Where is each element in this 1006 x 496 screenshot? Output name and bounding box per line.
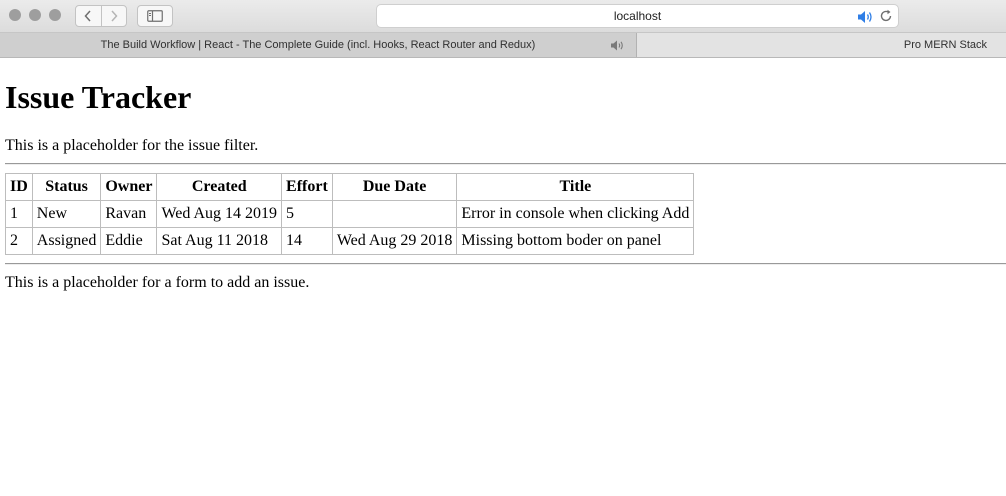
speaker-icon[interactable]	[610, 40, 626, 51]
tab-pro-mern-stack[interactable]: Pro MERN Stack	[637, 33, 1006, 57]
window-close-icon[interactable]	[9, 9, 21, 21]
chevron-left-icon	[84, 10, 91, 22]
cell-created: Sat Aug 11 2018	[157, 228, 283, 255]
url-text: localhost	[613, 9, 662, 23]
forward-button[interactable]	[100, 6, 127, 26]
column-header-effort: Effort	[282, 174, 333, 201]
page-title: Issue Tracker	[5, 79, 192, 115]
tab-label: The Build Workflow | React - The Complet…	[100, 39, 536, 51]
column-header-created: Created	[157, 174, 283, 201]
table-header-row: ID Status Owner Created Effort Due Date …	[6, 174, 695, 201]
speaker-icon[interactable]	[857, 10, 875, 24]
table-row: 1 New Ravan Wed Aug 14 2019 5 Error in c…	[6, 201, 695, 228]
cell-owner: Ravan	[101, 201, 158, 228]
cell-effort: 5	[282, 201, 333, 228]
column-header-title: Title	[457, 174, 695, 201]
sidebar-icon	[147, 10, 163, 22]
cell-title: Missing bottom boder on panel	[457, 228, 695, 255]
add-issue-placeholder: This is a placeholder for a form to add …	[5, 274, 310, 291]
issue-table: ID Status Owner Created Effort Due Date …	[5, 173, 695, 255]
tab-label: Pro MERN Stack	[903, 39, 987, 51]
column-header-status: Status	[32, 174, 102, 201]
cell-id: 1	[6, 201, 33, 228]
cell-title: Error in console when clicking Add	[457, 201, 695, 228]
tab-bar: The Build Workflow | React - The Complet…	[0, 33, 1006, 58]
navigation-buttons	[75, 5, 127, 27]
column-header-owner: Owner	[101, 174, 158, 201]
cell-effort: 14	[282, 228, 333, 255]
window-minimize-icon[interactable]	[29, 9, 41, 21]
column-header-due-date: Due Date	[332, 174, 458, 201]
browser-toolbar: localhost	[0, 0, 1006, 33]
tab-react-guide[interactable]: The Build Workflow | React - The Complet…	[0, 33, 637, 57]
cell-due-date	[332, 201, 458, 228]
chevron-right-icon	[111, 10, 118, 22]
cell-owner: Eddie	[101, 228, 158, 255]
table-row: 2 Assigned Eddie Sat Aug 11 2018 14 Wed …	[6, 228, 695, 255]
cell-due-date: Wed Aug 29 2018	[332, 228, 458, 255]
divider	[5, 263, 1006, 265]
back-button[interactable]	[76, 6, 101, 26]
reload-icon[interactable]	[879, 9, 893, 23]
address-bar[interactable]: localhost	[376, 4, 899, 28]
issue-filter-placeholder: This is a placeholder for the issue filt…	[5, 137, 259, 154]
cell-status: Assigned	[32, 228, 102, 255]
page-content: Issue Tracker This is a placeholder for …	[0, 79, 1006, 292]
cell-created: Wed Aug 14 2019	[157, 201, 283, 228]
window-zoom-icon[interactable]	[49, 9, 61, 21]
column-header-id: ID	[6, 174, 33, 201]
cell-id: 2	[6, 228, 33, 255]
cell-status: New	[32, 201, 102, 228]
divider	[5, 163, 1006, 165]
sidebar-toggle-button[interactable]	[137, 5, 173, 27]
